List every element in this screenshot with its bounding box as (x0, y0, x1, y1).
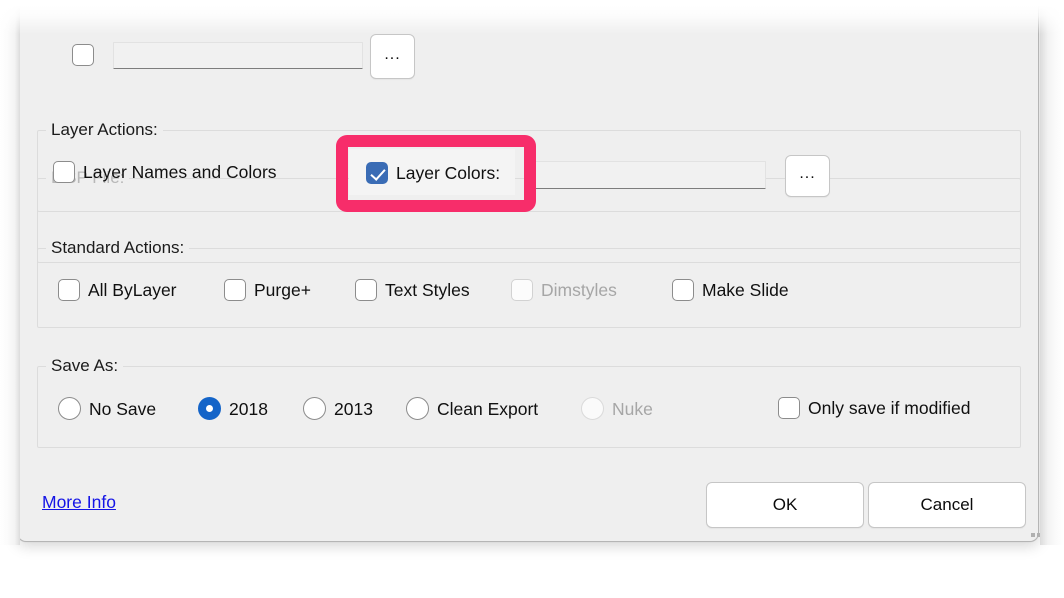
checkbox-text-styles[interactable]: Text Styles (355, 279, 470, 301)
no-save-label: No Save (89, 398, 157, 419)
purge-plus-label: Purge+ (254, 280, 311, 300)
layer-actions-legend: Layer Actions: (46, 120, 163, 140)
checkbox-make-slide[interactable]: Make Slide (672, 279, 789, 301)
radio-2013[interactable]: 2013 (303, 397, 373, 420)
text-styles-label: Text Styles (385, 280, 470, 300)
nuke-label: Nuke (612, 398, 653, 419)
checkbox-purge-plus[interactable]: Purge+ (224, 279, 311, 301)
year-2018-radio-circle[interactable] (198, 397, 221, 420)
year-2013-radio-circle[interactable] (303, 397, 326, 420)
screen: LISP File: ... Layer Actions: Layer Name… (0, 0, 1064, 598)
year-2018-label: 2018 (229, 398, 268, 419)
clean-export-radio-circle[interactable] (406, 397, 429, 420)
year-2013-label: 2013 (334, 398, 373, 419)
checkbox-layer-colors[interactable]: Layer Colors: (366, 162, 500, 184)
nuke-radio-circle (581, 397, 604, 420)
radio-nuke: Nuke (581, 397, 653, 420)
checkbox-only-save-if-modified[interactable]: Only save if modified (778, 397, 970, 419)
checkbox-all-bylayer[interactable]: All ByLayer (58, 279, 177, 301)
make-slide-label: Make Slide (702, 280, 789, 300)
window-right-edge-shadow (1040, 0, 1064, 545)
no-save-radio-circle[interactable] (58, 397, 81, 420)
more-info-link[interactable]: More Info (42, 492, 116, 513)
layer-names-and-colors-label: Layer Names and Colors (83, 162, 277, 182)
layer-names-and-colors-checkbox-box[interactable] (53, 161, 75, 183)
resize-grip[interactable] (1031, 526, 1053, 542)
standard-actions-legend: Standard Actions: (46, 238, 190, 258)
checkbox-layer-names-and-colors[interactable]: Layer Names and Colors (53, 161, 277, 183)
only-save-if-modified-checkbox-box[interactable] (778, 397, 800, 419)
layer-colors-browse-button[interactable]: ... (785, 155, 830, 197)
dimstyles-checkbox-box (511, 279, 533, 301)
cancel-button[interactable]: Cancel (868, 482, 1026, 528)
ok-button[interactable]: OK (706, 482, 864, 528)
checkbox-dimstyles: Dimstyles (511, 279, 617, 301)
layer-colors-label: Layer Colors: (396, 163, 501, 183)
make-slide-checkbox-box[interactable] (672, 279, 694, 301)
lisp-file-browse-button[interactable]: ... (370, 34, 415, 79)
layer-colors-checkbox-box[interactable] (366, 162, 388, 184)
all-bylayer-label: All ByLayer (88, 280, 177, 300)
clean-export-label: Clean Export (437, 398, 539, 419)
dimstyles-label: Dimstyles (541, 280, 617, 300)
lisp-file-checkbox[interactable] (72, 44, 94, 66)
save-as-legend: Save As: (46, 356, 124, 376)
radio-clean-export[interactable]: Clean Export (406, 397, 538, 420)
export-options-dialog: LISP File: ... Layer Actions: Layer Name… (17, 0, 1047, 542)
radio-2018[interactable]: 2018 (198, 397, 268, 420)
only-save-if-modified-label: Only save if modified (808, 398, 971, 418)
radio-no-save[interactable]: No Save (58, 397, 156, 420)
lisp-file-input[interactable] (113, 42, 363, 69)
purge-plus-checkbox-box[interactable] (224, 279, 246, 301)
all-bylayer-checkbox-box[interactable] (58, 279, 80, 301)
lisp-file-checkbox-box[interactable] (72, 44, 94, 66)
layer-colors-input[interactable] (534, 161, 766, 189)
text-styles-checkbox-box[interactable] (355, 279, 377, 301)
